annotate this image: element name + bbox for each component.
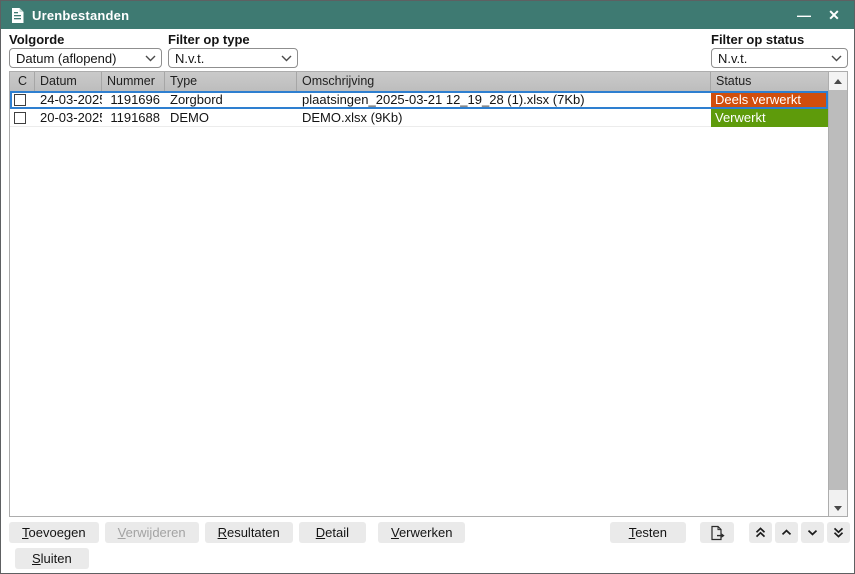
- cell-datum: 24-03-2025: [35, 91, 102, 109]
- filter-type-label: Filter op type: [168, 31, 298, 48]
- verwerken-button[interactable]: Verwerken: [378, 522, 465, 543]
- titlebar: Urenbestanden — ✕: [1, 1, 854, 29]
- cell-omschrijving: DEMO.xlsx (9Kb): [297, 109, 711, 127]
- document-icon: [11, 8, 24, 23]
- chevron-up-icon: [780, 526, 793, 539]
- cell-nummer: 1191696: [102, 91, 165, 109]
- action-bar: Toevoegen Verwijderen Resultaten Detail …: [1, 517, 854, 543]
- testen-button[interactable]: Testen: [610, 522, 686, 543]
- toevoegen-button[interactable]: Toevoegen: [9, 522, 99, 543]
- verwijderen-button[interactable]: Verwijderen: [105, 522, 199, 543]
- urenbestanden-window: Urenbestanden — ✕ Volgorde Datum (aflope…: [0, 0, 855, 574]
- scrollbar-track[interactable]: [829, 490, 847, 500]
- cell-datum: 20-03-2025: [35, 109, 102, 127]
- move-down-button[interactable]: [801, 522, 824, 543]
- row-checkbox[interactable]: [14, 112, 26, 124]
- triangle-down-icon: [834, 506, 842, 511]
- filter-group-volgorde: Volgorde Datum (aflopend): [9, 31, 162, 69]
- filter-status-label: Filter op status: [711, 31, 848, 48]
- document-export-icon: [709, 525, 726, 541]
- record-navigation: [749, 522, 850, 543]
- vertical-scrollbar[interactable]: [828, 72, 847, 516]
- filter-bar: Volgorde Datum (aflopend) Filter op type…: [1, 29, 854, 69]
- scrollbar-up-button[interactable]: [829, 72, 847, 90]
- table-row[interactable]: 20-03-2025 1191688 DEMO DEMO.xlsx (9Kb) …: [10, 109, 828, 127]
- double-chevron-down-icon: [832, 526, 845, 539]
- chevron-down-icon: [281, 55, 292, 62]
- status-badge: Deels verwerkt: [711, 91, 828, 109]
- chevron-down-icon: [145, 55, 156, 62]
- filter-group-type: Filter op type N.v.t.: [168, 31, 298, 69]
- filter-type-value: N.v.t.: [175, 51, 277, 66]
- close-button[interactable]: ✕: [824, 5, 844, 25]
- window-title: Urenbestanden: [32, 8, 129, 23]
- filter-status-dropdown[interactable]: N.v.t.: [711, 48, 848, 68]
- filter-type-dropdown[interactable]: N.v.t.: [168, 48, 298, 68]
- files-table: C Datum Nummer Type Omschrijving Status …: [9, 71, 848, 517]
- sluiten-button[interactable]: Sluiten: [15, 548, 89, 569]
- volgorde-dropdown[interactable]: Datum (aflopend): [9, 48, 162, 68]
- volgorde-value: Datum (aflopend): [16, 51, 141, 66]
- cell-type: DEMO: [165, 109, 297, 127]
- column-header-c: C: [10, 72, 35, 91]
- table-row[interactable]: 24-03-2025 1191696 Zorgbord plaatsingen_…: [10, 91, 828, 109]
- column-header-datum: Datum: [35, 72, 102, 91]
- resultaten-button[interactable]: Resultaten: [205, 522, 293, 543]
- scrollbar-down-button[interactable]: [829, 500, 847, 516]
- close-bar: Sluiten: [1, 543, 854, 569]
- move-up-button[interactable]: [775, 522, 798, 543]
- export-button[interactable]: [700, 522, 734, 543]
- row-checkbox[interactable]: [14, 94, 26, 106]
- scroll-top-button[interactable]: [749, 522, 772, 543]
- table-header: C Datum Nummer Type Omschrijving Status: [10, 72, 828, 91]
- chevron-down-icon: [806, 526, 819, 539]
- cell-nummer: 1191688: [102, 109, 165, 127]
- column-header-nummer: Nummer: [102, 72, 165, 91]
- scrollbar-thumb[interactable]: [829, 90, 847, 490]
- status-badge: Verwerkt: [711, 109, 828, 127]
- table-grid: C Datum Nummer Type Omschrijving Status …: [10, 72, 828, 516]
- minimize-button[interactable]: —: [794, 5, 814, 25]
- double-chevron-up-icon: [754, 526, 767, 539]
- chevron-down-icon: [831, 55, 842, 62]
- cell-type: Zorgbord: [165, 91, 297, 109]
- filter-status-value: N.v.t.: [718, 51, 827, 66]
- triangle-up-icon: [834, 79, 842, 84]
- filter-group-status: Filter op status N.v.t.: [711, 31, 848, 69]
- column-header-omschrijving: Omschrijving: [297, 72, 711, 91]
- column-header-status: Status: [711, 72, 828, 91]
- volgorde-label: Volgorde: [9, 31, 162, 48]
- cell-omschrijving: plaatsingen_2025-03-21 12_19_28 (1).xlsx…: [297, 91, 711, 109]
- table-empty-area: [10, 127, 828, 516]
- detail-button[interactable]: Detail: [299, 522, 366, 543]
- column-header-type: Type: [165, 72, 297, 91]
- scroll-bottom-button[interactable]: [827, 522, 850, 543]
